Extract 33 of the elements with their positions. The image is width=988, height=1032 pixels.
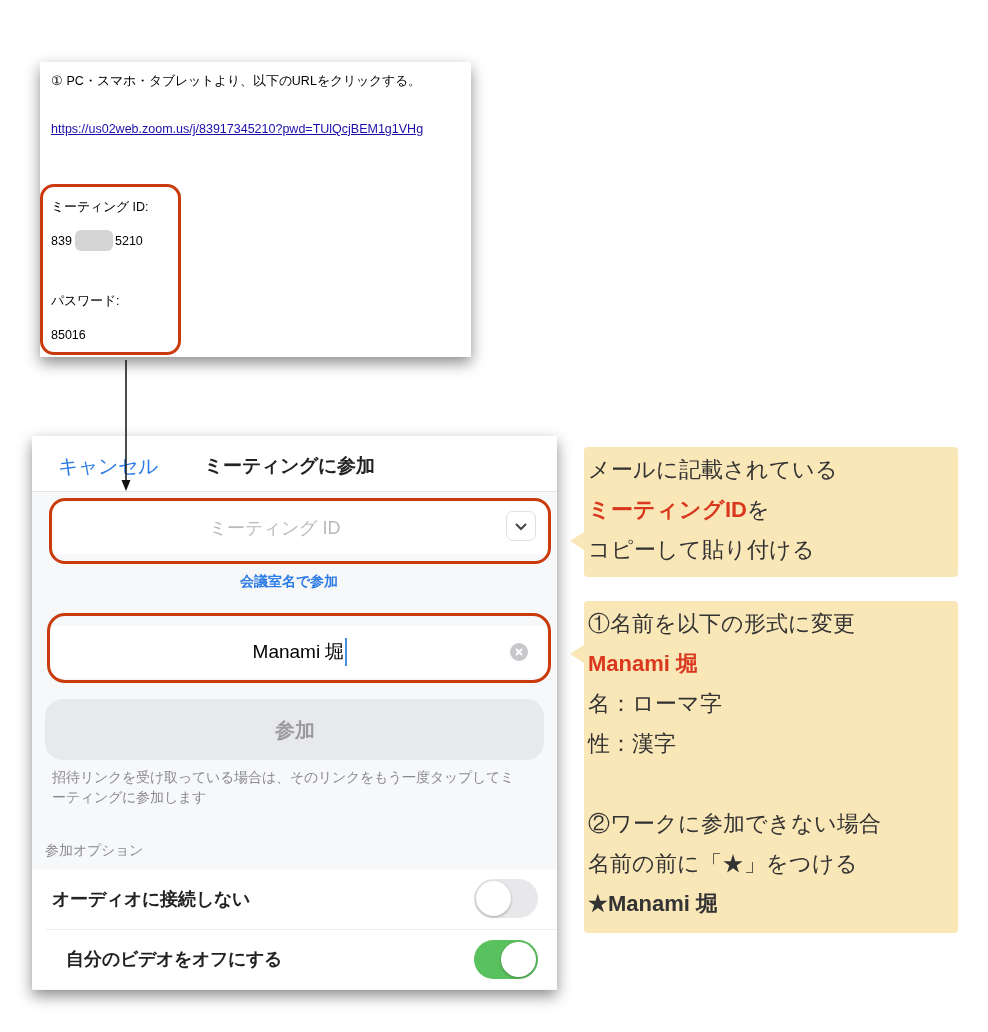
callout-text: Manami 堀 (588, 650, 700, 678)
instruction-text: ① PC・スマホ・タブレットより、以下のURLをクリックする。 (51, 73, 421, 90)
password-label: パスワード: (51, 293, 120, 310)
callout-text: ①名前を以下の形式に変更 (588, 610, 856, 638)
meeting-id-text: 839 (51, 233, 72, 250)
callout-text: メールに記載されている (588, 456, 839, 484)
callout-text: ②ワークに参加できない場合 (588, 810, 882, 838)
option-label: 自分のビデオをオフにする (66, 948, 282, 971)
meeting-id-label: ミーティング ID: (51, 199, 149, 216)
callout-text: ★Manami 堀 (588, 890, 720, 918)
dropdown-button[interactable] (506, 511, 536, 541)
hint-text: 招待リンクを受け取っている場合は、そのリンクをもう一度タップしてミーティングに参加します (52, 768, 515, 807)
chevron-down-icon (514, 521, 528, 531)
name-value: Manami 堀 (252, 637, 348, 667)
callout-text: 名前の前に「★」をつける (588, 850, 859, 878)
meeting-id-text: 5210 (115, 233, 143, 250)
callout-text: 名：ローマ字 (588, 690, 723, 718)
clear-icon[interactable] (510, 643, 528, 661)
password-text: 85016 (51, 327, 86, 344)
section-header: 参加オプション (45, 841, 143, 860)
redaction-block (75, 230, 113, 251)
screen-title: ミーティングに参加 (204, 454, 375, 478)
toggle-switch[interactable] (474, 940, 538, 979)
meeting-link[interactable]: https://us02web.zoom.us/j/83917345210?pwd=TUlQcjBEM1g1VHg (51, 120, 424, 139)
join-by-room-link[interactable]: 会議室名で参加 (240, 571, 338, 592)
callout-text: コピーして貼り付ける (588, 536, 816, 564)
join-button[interactable]: 参加 (45, 699, 544, 760)
option-label: オーディオに接続しない (52, 887, 250, 911)
callout-text: 性：漢字 (588, 730, 677, 758)
callout-text: ミーティングIDを (588, 496, 771, 524)
name-field[interactable]: Manami 堀 (50, 626, 550, 678)
placeholder-text: ミーティング ID (209, 516, 341, 540)
toggle-switch[interactable] (474, 879, 538, 918)
